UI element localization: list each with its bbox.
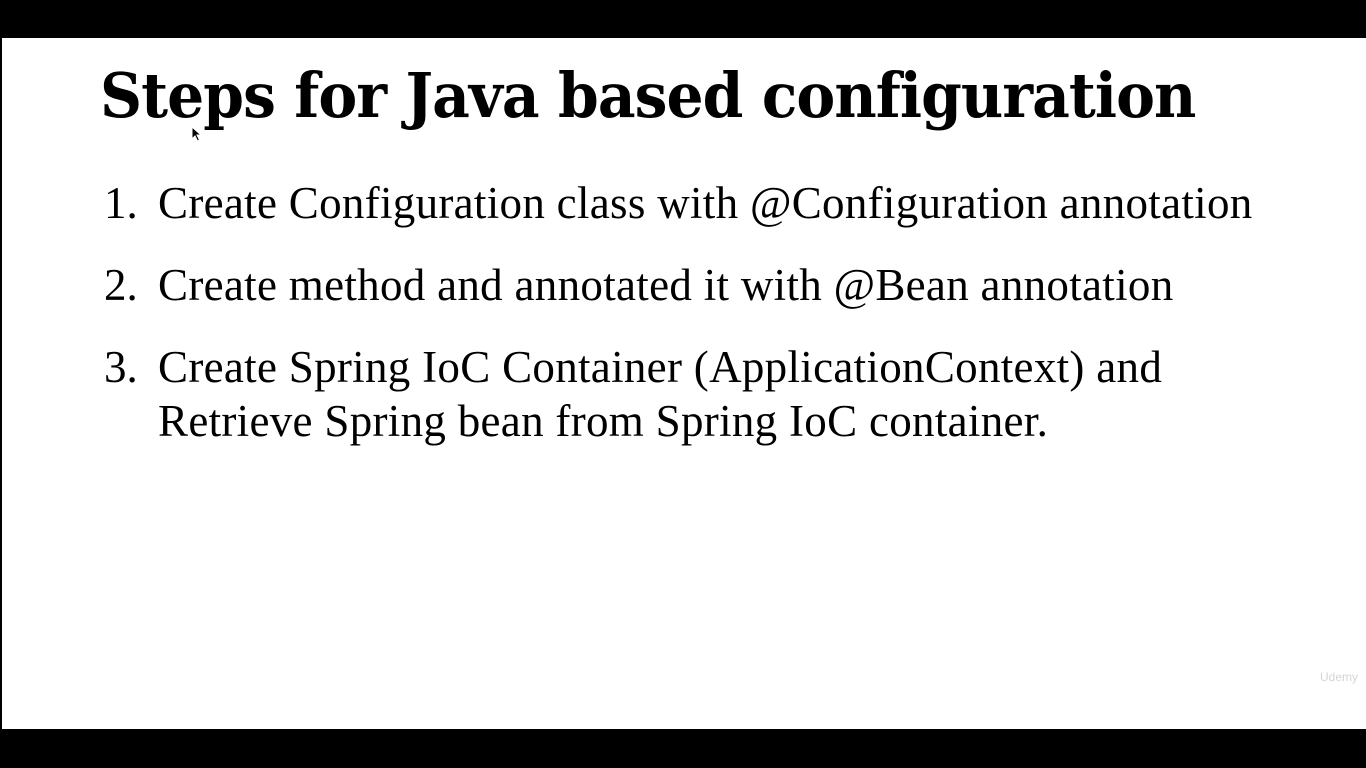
slide-title: Steps for Java based configuration bbox=[100, 59, 1196, 132]
slide: Steps for Java based configuration 1. Cr… bbox=[2, 38, 1366, 729]
list-item: 3. Create Spring IoC Container (Applicat… bbox=[104, 340, 1314, 448]
step-number: 3. bbox=[104, 342, 138, 392]
list-item: 2. Create method and annotated it with @… bbox=[104, 258, 1314, 312]
step-text: Create Configuration class with @Configu… bbox=[158, 178, 1253, 228]
udemy-watermark: Udemy bbox=[1319, 670, 1358, 684]
steps-list: 1. Create Configuration class with @Conf… bbox=[104, 176, 1314, 476]
step-number: 1. bbox=[104, 178, 138, 228]
step-text: Create Spring IoC Container (Application… bbox=[158, 342, 1163, 446]
letterbox-top bbox=[0, 0, 1366, 38]
step-number: 2. bbox=[104, 260, 138, 310]
step-text: Create method and annotated it with @Bea… bbox=[158, 260, 1174, 310]
letterbox-bottom bbox=[0, 729, 1366, 768]
list-item: 1. Create Configuration class with @Conf… bbox=[104, 176, 1314, 230]
mouse-pointer-icon bbox=[191, 126, 203, 142]
video-frame: Steps for Java based configuration 1. Cr… bbox=[0, 0, 1366, 768]
